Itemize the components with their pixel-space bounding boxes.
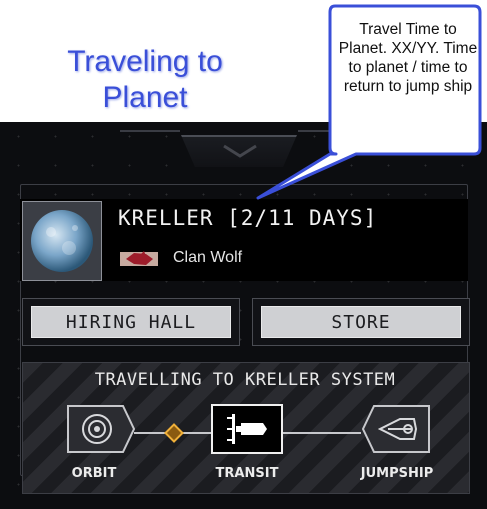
jumpship-icon xyxy=(378,418,418,440)
store-button[interactable]: STORE xyxy=(261,306,461,338)
callout-text: Travel Time to Planet. XX/YY. Time to pl… xyxy=(338,21,478,95)
stage-label-jumpship: JUMPSHIP xyxy=(360,466,434,481)
travel-title: TRAVELLING TO KRELLER SYSTEM xyxy=(94,370,396,390)
stage-jumpship xyxy=(362,405,430,453)
stage-label-orbit: ORBIT xyxy=(71,466,117,481)
orbit-icon xyxy=(82,414,112,444)
hiring-hall-button[interactable]: HIRING HALL xyxy=(31,306,231,338)
transit-icon xyxy=(227,414,267,444)
stage-label-transit: TRANSIT xyxy=(215,466,279,481)
stage-orbit xyxy=(67,405,135,453)
faction-name: Clan Wolf xyxy=(173,249,243,266)
store-frame: STORE xyxy=(252,298,470,346)
wolf-emblem-icon xyxy=(120,251,158,266)
stage-transit xyxy=(211,404,283,454)
hiring-hall-frame: HIRING HALL xyxy=(22,298,240,346)
connector-transit-jumpship xyxy=(283,432,361,434)
